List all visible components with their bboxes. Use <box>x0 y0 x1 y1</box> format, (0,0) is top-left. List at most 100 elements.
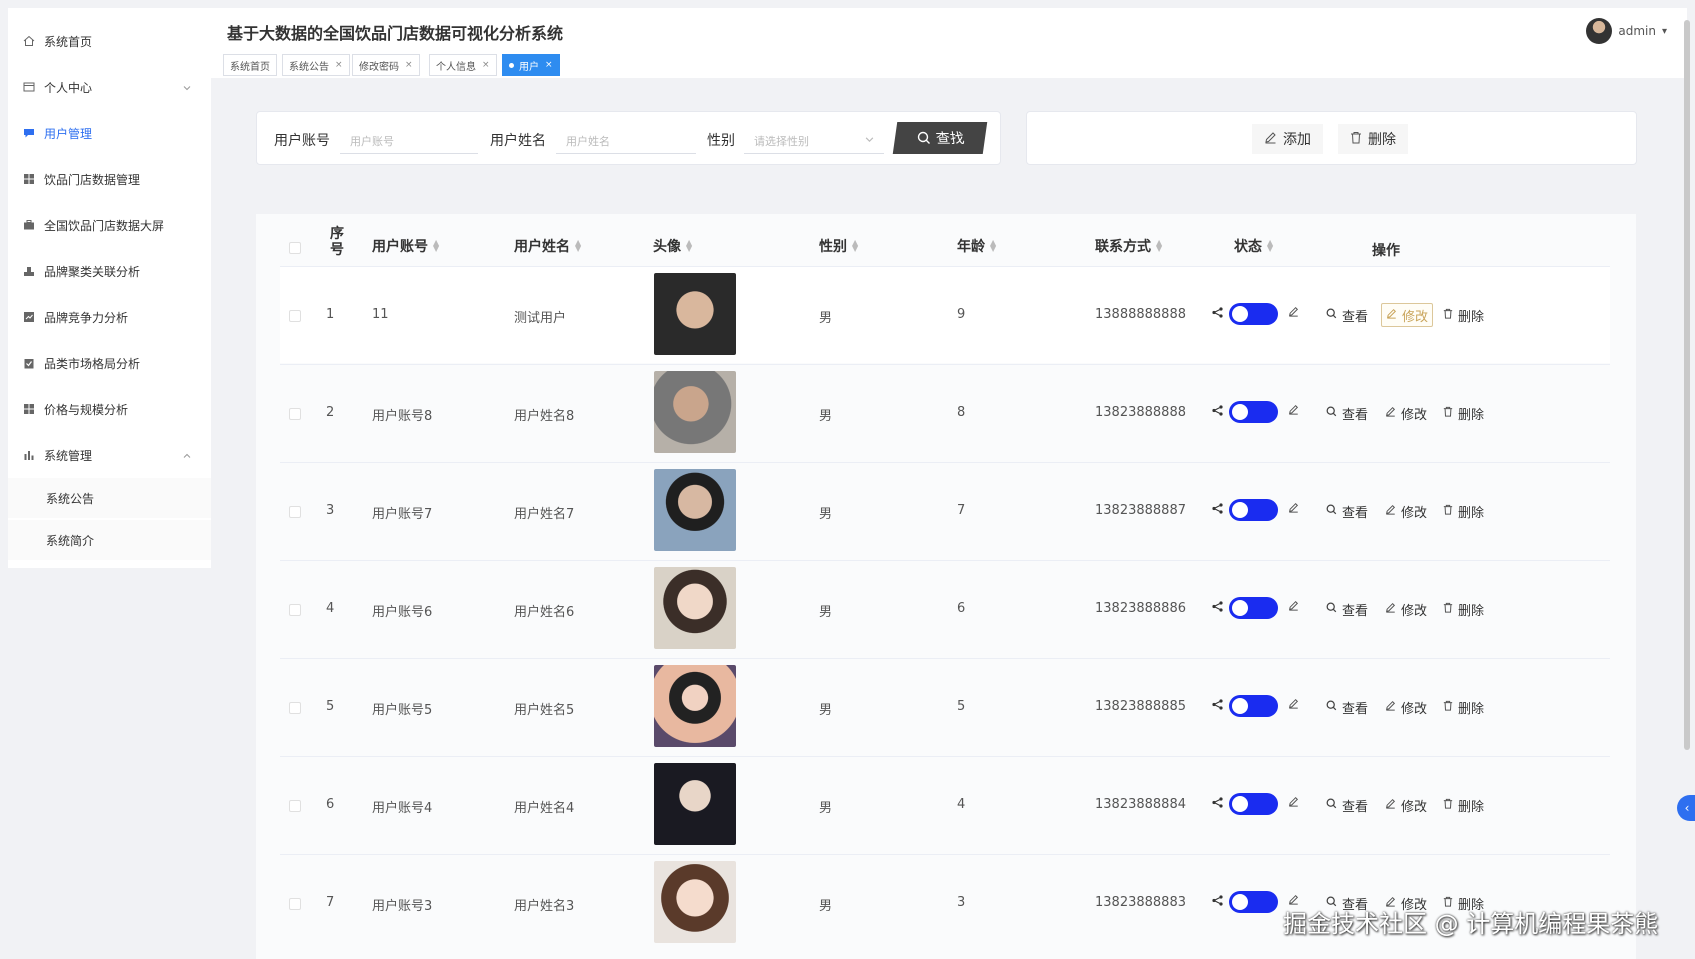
user-menu[interactable]: admin ▾ <box>1586 18 1667 44</box>
sidebar-item-system-management[interactable]: 系统管理 <box>8 435 211 475</box>
user-avatar-image[interactable] <box>654 861 736 943</box>
share-icon[interactable] <box>1212 699 1223 713</box>
share-icon[interactable] <box>1212 307 1223 321</box>
column-header-contact[interactable]: 联系方式 ▲ ▼ <box>1095 230 1162 262</box>
share-icon[interactable] <box>1212 503 1223 517</box>
sort-icon[interactable]: ▲ ▼ <box>1156 239 1162 253</box>
gender-select[interactable]: 请选择性别 <box>744 124 884 154</box>
sidebar-item-price-scale[interactable]: 价格与规模分析 <box>8 389 211 429</box>
sort-icon[interactable]: ▲ ▼ <box>575 239 581 253</box>
delete-button[interactable]: 删除 <box>1439 597 1488 621</box>
view-button[interactable]: 查看 <box>1322 303 1372 327</box>
edit-button[interactable]: 修改 <box>1381 793 1431 817</box>
sidebar-item-data-screen[interactable]: 全国饮品门店数据大屏 <box>8 205 211 245</box>
edit-status-icon[interactable] <box>1288 404 1299 418</box>
sidebar-subitem-system-intro[interactable]: 系统简介 <box>8 520 211 560</box>
tab-personal-info[interactable]: 个人信息 × <box>429 54 497 76</box>
user-avatar-image[interactable] <box>654 567 736 649</box>
user-avatar-image[interactable] <box>654 371 736 453</box>
sidebar-item-store-data[interactable]: 饮品门店数据管理 <box>8 159 211 199</box>
row-checkbox[interactable] <box>289 310 301 322</box>
tab-users[interactable]: 用户 × <box>502 54 560 76</box>
edit-status-icon[interactable] <box>1288 796 1299 810</box>
view-button[interactable]: 查看 <box>1322 695 1372 719</box>
share-icon[interactable] <box>1212 895 1223 909</box>
user-avatar-image[interactable] <box>654 273 736 355</box>
edit-button[interactable]: 修改 <box>1381 695 1431 719</box>
chevron-left-icon[interactable]: ‹ <box>1677 795 1695 821</box>
sidebar-subitem-announcement[interactable]: 系统公告 <box>8 478 211 518</box>
sidebar-item-home[interactable]: 系统首页 <box>8 21 211 61</box>
delete-button[interactable]: 删除 <box>1439 303 1488 327</box>
status-toggle[interactable] <box>1229 891 1278 913</box>
delete-button[interactable]: 删除 <box>1439 793 1488 817</box>
account-search-input[interactable]: 用户账号 <box>340 124 478 154</box>
status-toggle[interactable] <box>1229 499 1278 521</box>
table-row[interactable]: 4 用户账号6 用户姓名6 男 6 13823888886 查看 修改 删除 <box>280 560 1610 657</box>
edit-status-icon[interactable] <box>1288 698 1299 712</box>
table-row[interactable]: 2 用户账号8 用户姓名8 男 8 13823888888 查看 修改 删除 <box>280 364 1610 461</box>
column-header-account[interactable]: 用户账号 ▲ ▼ <box>372 230 439 262</box>
delete-button[interactable]: 删除 <box>1439 401 1488 425</box>
table-row[interactable]: 5 用户账号5 用户姓名5 男 5 13823888885 查看 修改 删除 <box>280 658 1610 755</box>
table-row[interactable]: 1 11 测试用户男 9 13888888888 查看 修改 删除 <box>280 266 1610 363</box>
tab-home[interactable]: 系统首页 <box>223 54 277 76</box>
sidebar-item-category-market[interactable]: 品类市场格局分析 <box>8 343 211 383</box>
status-toggle[interactable] <box>1229 401 1278 423</box>
edit-status-icon[interactable] <box>1288 502 1299 516</box>
name-search-input[interactable]: 用户姓名 <box>556 124 696 154</box>
column-header-status[interactable]: 状态 ▲ ▼ <box>1234 230 1273 262</box>
edit-status-icon[interactable] <box>1288 600 1299 614</box>
column-header-age[interactable]: 年龄 ▲ ▼ <box>957 230 996 262</box>
row-checkbox[interactable] <box>289 408 301 420</box>
find-button[interactable]: 查找 <box>892 122 988 154</box>
row-checkbox[interactable] <box>289 506 301 518</box>
view-button[interactable]: 查看 <box>1322 597 1372 621</box>
status-toggle[interactable] <box>1229 695 1278 717</box>
status-toggle[interactable] <box>1229 597 1278 619</box>
column-header-avatar[interactable]: 头像 ▲ ▼ <box>653 230 692 262</box>
share-icon[interactable] <box>1212 405 1223 419</box>
edit-button[interactable]: 修改 <box>1381 401 1431 425</box>
edit-button[interactable]: 修改 <box>1381 499 1431 523</box>
edit-button[interactable]: 修改 <box>1381 597 1431 621</box>
user-avatar-image[interactable] <box>654 763 736 845</box>
row-checkbox[interactable] <box>289 800 301 812</box>
column-header-gender[interactable]: 性别 ▲ ▼ <box>819 230 858 262</box>
edit-status-icon[interactable] <box>1288 306 1299 320</box>
status-toggle[interactable] <box>1229 303 1278 325</box>
close-icon[interactable]: × <box>335 60 343 70</box>
user-avatar-image[interactable] <box>654 665 736 747</box>
row-checkbox[interactable] <box>289 898 301 910</box>
row-checkbox[interactable] <box>289 604 301 616</box>
table-row[interactable]: 6 用户账号4 用户姓名4 男 4 13823888884 查看 修改 删除 <box>280 756 1610 853</box>
sort-icon[interactable]: ▲ ▼ <box>990 239 996 253</box>
close-icon[interactable]: × <box>545 60 553 70</box>
view-button[interactable]: 查看 <box>1322 793 1372 817</box>
sort-icon[interactable]: ▲ ▼ <box>852 239 858 253</box>
column-header-name[interactable]: 用户姓名 ▲ ▼ <box>514 230 581 262</box>
status-toggle[interactable] <box>1229 793 1278 815</box>
sidebar-item-user-management[interactable]: 用户管理 <box>8 113 211 153</box>
table-row[interactable]: 3 用户账号7 用户姓名7 男 7 13823888887 查看 修改 删除 <box>280 462 1610 559</box>
add-button[interactable]: 添加 <box>1252 124 1323 154</box>
view-button[interactable]: 查看 <box>1322 499 1372 523</box>
sort-icon[interactable]: ▲ ▼ <box>433 239 439 253</box>
close-icon[interactable]: × <box>405 60 413 70</box>
sidebar-item-brand-competition[interactable]: 品牌竞争力分析 <box>8 297 211 337</box>
sort-icon[interactable]: ▲ ▼ <box>1267 239 1273 253</box>
close-icon[interactable]: × <box>482 60 490 70</box>
share-icon[interactable] <box>1212 797 1223 811</box>
delete-selected-button[interactable]: 删除 <box>1338 124 1408 154</box>
scrollbar[interactable] <box>1684 20 1690 750</box>
user-avatar-image[interactable] <box>654 469 736 551</box>
delete-button[interactable]: 删除 <box>1439 695 1488 719</box>
row-checkbox[interactable] <box>289 702 301 714</box>
view-button[interactable]: 查看 <box>1322 401 1372 425</box>
delete-button[interactable]: 删除 <box>1439 499 1488 523</box>
edit-button[interactable]: 修改 <box>1381 303 1434 327</box>
sidebar-item-brand-cluster[interactable]: 品牌聚类关联分析 <box>8 251 211 291</box>
tab-announcement[interactable]: 系统公告 × <box>282 54 350 76</box>
select-all-checkbox[interactable] <box>289 242 301 254</box>
sidebar-item-personal-center[interactable]: 个人中心 <box>8 67 211 107</box>
